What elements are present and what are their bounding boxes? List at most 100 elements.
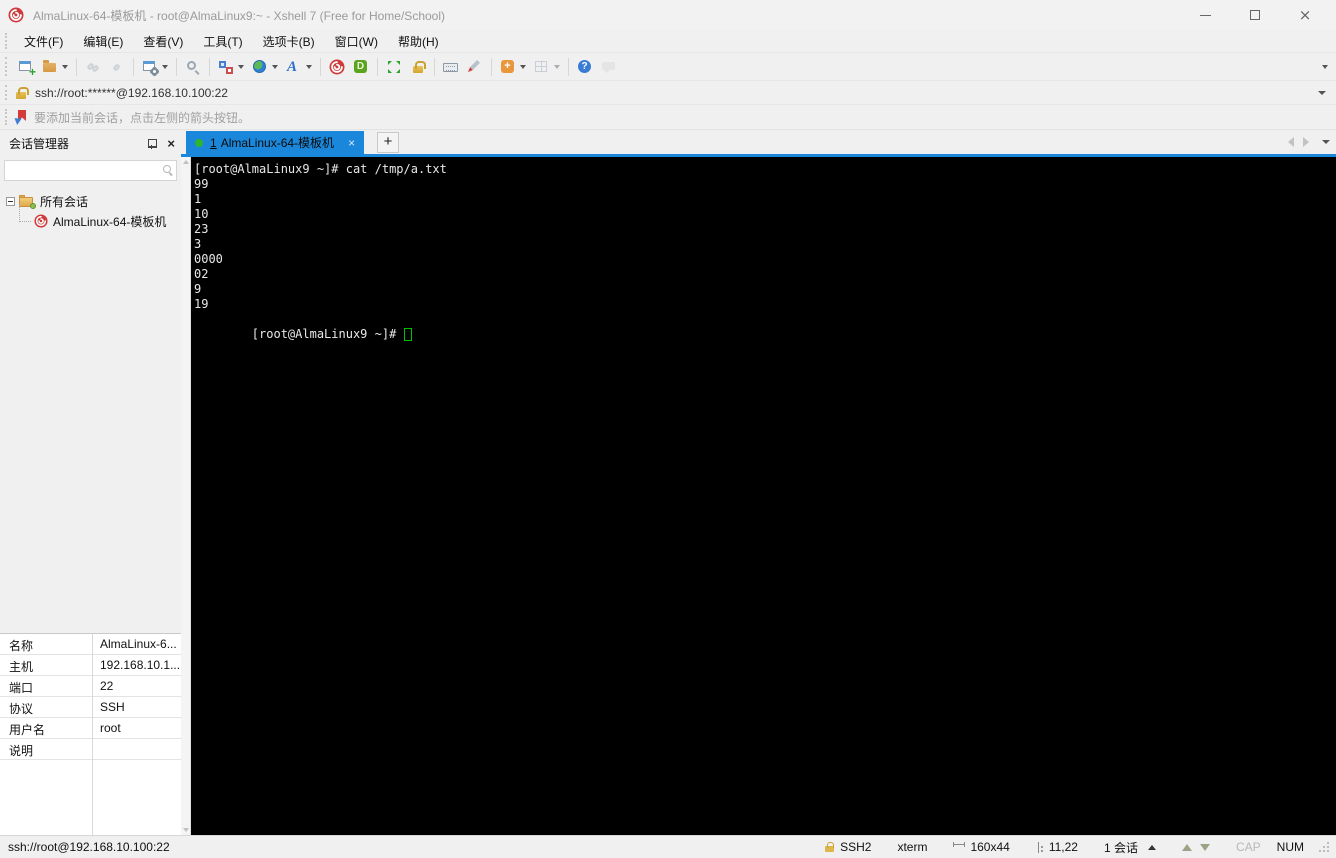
highlighter-button[interactable] (463, 55, 487, 79)
fullscreen-button[interactable] (382, 55, 406, 79)
add-session-flag-icon[interactable] (12, 110, 28, 125)
property-row-host[interactable]: 主机 192.168.10.1... (0, 655, 181, 676)
property-row-protocol[interactable]: 协议 SSH (0, 697, 181, 718)
font-button[interactable]: A (282, 55, 316, 79)
terminal-line: 3 (194, 237, 202, 251)
connected-status-dot (195, 138, 203, 147)
terminal-line: 19 (194, 297, 209, 311)
session-list-caret-icon[interactable] (1147, 844, 1156, 850)
property-value[interactable]: SSH (92, 697, 181, 717)
tab-list-dropdown-icon[interactable] (1322, 140, 1330, 144)
toolbar-separator (434, 57, 435, 76)
help-button[interactable]: ? (573, 55, 597, 79)
new-session-icon: + (18, 59, 36, 78)
session-search-input[interactable] (4, 160, 177, 181)
compose-pane-button[interactable] (214, 55, 248, 79)
tree-connector (19, 204, 31, 222)
toolbar-separator (377, 57, 378, 76)
new-tab-button[interactable]: + (377, 132, 399, 153)
menu-tabs[interactable]: 选项卡(B) (253, 31, 325, 52)
notice-bar: 要添加当前会话，点击左侧的箭头按钮。 (0, 104, 1336, 130)
minimize-icon (1199, 14, 1211, 16)
open-session-button[interactable] (38, 55, 72, 79)
dropdown-caret-icon (272, 64, 278, 69)
tab-close-icon[interactable]: × (348, 137, 355, 149)
web-browser-button[interactable] (248, 55, 282, 79)
pin-panel-icon[interactable] (145, 137, 159, 151)
property-value[interactable] (92, 739, 181, 759)
terminal-prompt-line: [root@AlmaLinux9 ~]# (194, 312, 1336, 357)
address-dropdown-caret-icon[interactable] (1318, 90, 1326, 95)
xshell-icon (329, 59, 345, 75)
terminal-scrollbar[interactable] (181, 157, 191, 835)
address-value[interactable]: ssh://root:******@192.168.10.100:22 (35, 86, 228, 100)
terminal-prompt: [root@AlmaLinux9 ~]# (251, 327, 404, 341)
virtual-keyboard-button[interactable] (439, 55, 463, 79)
terminal-cursor (403, 328, 412, 341)
find-icon (185, 59, 201, 75)
prev-session-icon[interactable] (1181, 843, 1192, 851)
scrollbar-up-icon[interactable] (183, 160, 189, 164)
globe-icon (252, 59, 268, 75)
minimize-button[interactable] (1194, 4, 1216, 26)
keyboard-icon (443, 59, 459, 75)
window-controls: × (1194, 4, 1328, 26)
toolbar-overflow-button[interactable] (1322, 64, 1328, 69)
dropdown-caret-icon (238, 64, 244, 69)
session-count-label: 1 会话 (1103, 840, 1138, 855)
tab-title: AlmaLinux-64-模板机 (220, 136, 335, 150)
terminal-screen[interactable]: [root@AlmaLinux9 ~]# cat /tmp/a.txt 99 1… (191, 157, 1336, 835)
tab-number: 1 (210, 135, 217, 150)
property-value[interactable]: AlmaLinux-6... (92, 634, 181, 654)
cursor-position-icon (1036, 841, 1044, 853)
close-button[interactable]: × (1294, 4, 1316, 26)
tree-expander-icon[interactable] (6, 196, 15, 206)
terminal-line: [root@AlmaLinux9 ~]# cat /tmp/a.txt (194, 162, 447, 176)
title-bar: AlmaLinux-64-模板机 - root@AlmaLinux9:~ - X… (0, 0, 1336, 30)
session-manager-panel: 会话管理器 × 所有会话 AlmaLinux-64-模板机 名称 AlmaLin… (0, 130, 181, 835)
maximize-button[interactable] (1244, 4, 1266, 26)
xftp-button[interactable]: D (349, 55, 373, 79)
property-row-username[interactable]: 用户名 root (0, 718, 181, 739)
terminal-line: 0000 (194, 252, 223, 266)
menu-file[interactable]: 文件(F) (14, 31, 73, 52)
close-panel-icon[interactable]: × (167, 137, 175, 150)
property-value[interactable]: 192.168.10.1... (92, 655, 181, 675)
status-session-count[interactable]: 1 会话 (1104, 839, 1156, 856)
tree-item-all-sessions[interactable]: 所有会话 (6, 191, 181, 211)
property-label: 名称 (9, 639, 34, 653)
status-terminal-size: 160x44 (953, 840, 1010, 854)
tab-active-session[interactable]: 1 AlmaLinux-64-模板机 × (186, 131, 365, 154)
resize-grip[interactable] (1318, 841, 1330, 853)
property-row-port[interactable]: 端口 22 (0, 676, 181, 697)
property-value[interactable]: root (92, 718, 181, 738)
terminal-region: [root@AlmaLinux9 ~]# cat /tmp/a.txt 99 1… (181, 157, 1336, 835)
tree-item-session[interactable]: AlmaLinux-64-模板机 (6, 204, 181, 231)
next-session-icon[interactable] (1199, 843, 1210, 851)
property-label: 说明 (9, 744, 34, 758)
menu-window[interactable]: 窗口(W) (325, 31, 388, 52)
session-properties-icon (142, 59, 158, 75)
tab-scroll-right-icon[interactable] (1303, 137, 1309, 147)
toolbar-separator (76, 57, 77, 76)
property-row-description[interactable]: 说明 (0, 739, 181, 760)
new-file-button[interactable]: + (496, 55, 530, 79)
tile-layout-icon (534, 59, 550, 75)
lock-screen-button[interactable] (406, 55, 430, 79)
status-terminal-type[interactable]: xterm (897, 840, 927, 854)
toolbar-separator (491, 57, 492, 76)
menu-view[interactable]: 查看(V) (133, 31, 193, 52)
menu-help[interactable]: 帮助(H) (388, 31, 449, 52)
property-row-name[interactable]: 名称 AlmaLinux-6... (0, 634, 181, 655)
xshell-button[interactable] (325, 55, 349, 79)
instant-message-button (597, 55, 621, 79)
menu-tools[interactable]: 工具(T) (193, 31, 252, 52)
session-properties-button[interactable] (138, 55, 172, 79)
menu-edit[interactable]: 编辑(E) (73, 31, 133, 52)
tab-scroll-left-icon[interactable] (1288, 137, 1294, 147)
new-session-button[interactable]: + (14, 55, 38, 79)
find-button[interactable] (181, 55, 205, 79)
address-bar[interactable]: ssh://root:******@192.168.10.100:22 (0, 80, 1336, 104)
property-value[interactable]: 22 (92, 676, 181, 696)
scrollbar-down-icon[interactable] (183, 828, 189, 832)
